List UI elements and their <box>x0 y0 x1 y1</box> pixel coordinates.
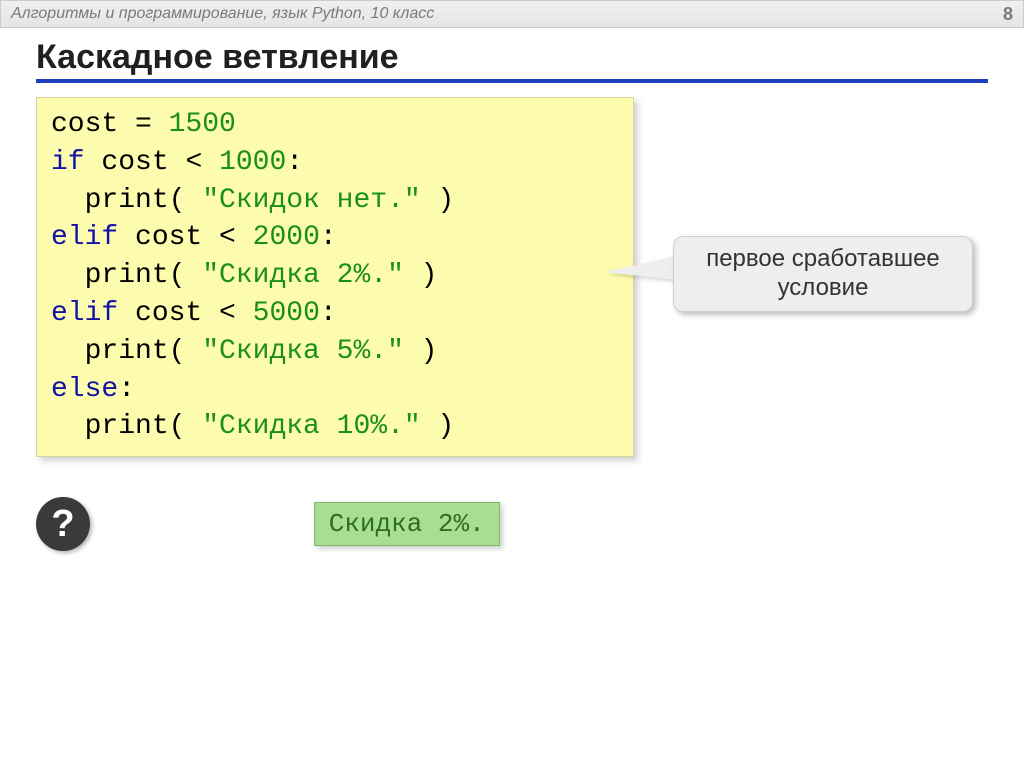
question-icon: ? <box>36 497 90 551</box>
page-number: 8 <box>1003 4 1013 25</box>
question-box: Что выведет? <box>66 500 280 549</box>
code-line: print( "Скидок нет." ) <box>51 182 619 220</box>
code-line: print( "Скидка 5%." ) <box>51 333 619 371</box>
code-line: elif cost < 2000: <box>51 219 619 257</box>
callout-text: условие <box>688 274 958 303</box>
code-line: if cost < 1000: <box>51 144 619 182</box>
code-line: else: <box>51 371 619 409</box>
header-title: Алгоритмы и программирование, язык Pytho… <box>11 5 434 23</box>
callout-tail-icon <box>605 256 677 280</box>
callout-text: первое сработавшее <box>688 245 958 274</box>
callout-box: первое сработавшее условие <box>673 236 973 312</box>
code-line: print( "Скидка 10%." ) <box>51 408 619 446</box>
code-line: cost = 1500 <box>51 106 619 144</box>
code-block: cost = 1500 if cost < 1000: print( "Скид… <box>36 97 634 457</box>
slide-title: Каскадное ветвление <box>36 38 988 83</box>
slide-header: Алгоритмы и программирование, язык Pytho… <box>0 0 1024 28</box>
code-line: elif cost < 5000: <box>51 295 619 333</box>
question-row: ? Что выведет? Скидка 2%. <box>36 497 988 551</box>
slide-content: Каскадное ветвление cost = 1500 if cost … <box>0 28 1024 551</box>
code-line: print( "Скидка 2%." ) <box>51 257 619 295</box>
answer-box: Скидка 2%. <box>314 502 500 546</box>
